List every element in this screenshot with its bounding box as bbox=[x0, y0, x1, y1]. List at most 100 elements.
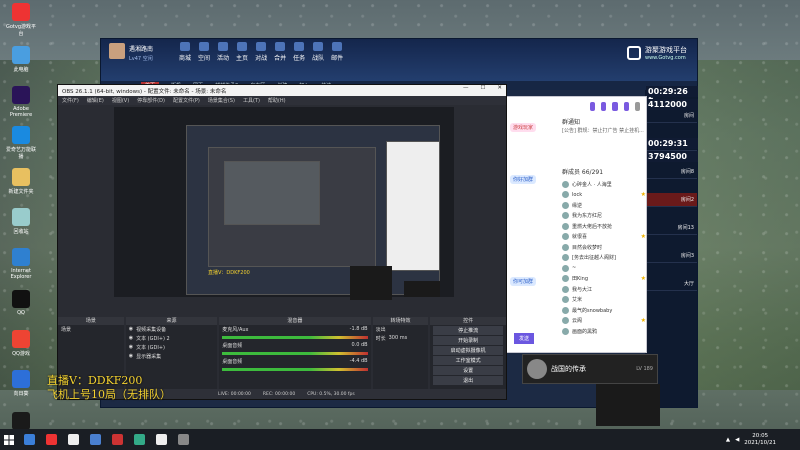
phone-icon[interactable] bbox=[590, 102, 596, 111]
scene-item[interactable]: 场景 bbox=[58, 325, 124, 334]
camera-box bbox=[350, 266, 392, 300]
taskbar-app[interactable] bbox=[128, 429, 150, 450]
desktop-icon[interactable]: Internet Explorer bbox=[4, 248, 38, 280]
player-avatar bbox=[527, 359, 547, 379]
transition-duration[interactable]: 时长 300 ms bbox=[373, 334, 429, 343]
menu-item[interactable]: 配置文件(P) bbox=[173, 97, 200, 104]
control-button[interactable]: 工作室模式 bbox=[433, 356, 503, 365]
source-item[interactable]: ◉ 显示器采集 bbox=[126, 352, 218, 361]
mixer-track-label: 桌面音频 0.0 dB bbox=[219, 341, 370, 350]
menu-item[interactable]: 视图(V) bbox=[112, 97, 129, 104]
more-icon[interactable] bbox=[634, 102, 641, 111]
desktop-icon[interactable]: 爱奇艺万能联播 bbox=[4, 126, 38, 160]
menu-item[interactable]: 文件(F) bbox=[62, 97, 79, 104]
room-row[interactable]: 房间8 bbox=[645, 165, 697, 179]
eye-icon[interactable]: ◉ bbox=[129, 353, 133, 360]
taskbar-app[interactable] bbox=[106, 429, 128, 450]
nav-item[interactable]: 任务 bbox=[293, 42, 305, 62]
volume-meter[interactable] bbox=[222, 352, 368, 355]
app-icon bbox=[12, 248, 30, 266]
minimize-icon[interactable]: — bbox=[463, 85, 469, 91]
start-button[interactable] bbox=[0, 429, 18, 450]
share-icon[interactable] bbox=[612, 102, 618, 111]
maximize-icon[interactable]: ☐ bbox=[480, 85, 485, 91]
member-item[interactable]: [务去出征越人阁财] bbox=[562, 253, 646, 264]
member-item[interactable]: 画面的黑鸦 bbox=[562, 326, 646, 337]
taskbar-app[interactable] bbox=[40, 429, 62, 450]
close-icon[interactable]: ✕ bbox=[497, 85, 502, 91]
member-item[interactable]: 最气的snowbaby bbox=[562, 305, 646, 316]
member-item[interactable]: 重燃大佬后不放抢 bbox=[562, 221, 646, 232]
obs-preview[interactable]: 直播V：DDKF200 bbox=[114, 107, 454, 297]
desktop-icon[interactable]: QQ bbox=[4, 290, 38, 316]
taskbar-app[interactable] bbox=[84, 429, 106, 450]
desktop-icon[interactable]: 新建文件夹 bbox=[4, 168, 38, 195]
member-item[interactable]: 就很喜 ★ bbox=[562, 232, 646, 243]
clock[interactable]: 20:05 2021/10/21 bbox=[744, 433, 776, 447]
member-item[interactable]: 缘逆 bbox=[562, 200, 646, 211]
source-item[interactable]: ◉ 视频采集设备 bbox=[126, 325, 218, 334]
room-row[interactable]: 大厅 bbox=[645, 277, 697, 291]
nav-item[interactable]: 商城 bbox=[179, 42, 191, 62]
source-item[interactable]: ◉ 文本 (GDI+) 2 bbox=[126, 334, 218, 343]
control-button[interactable]: 开始录制 bbox=[433, 336, 503, 345]
menu-item[interactable]: 编辑(E) bbox=[87, 97, 104, 104]
desktop-icon[interactable]: QQ游戏 bbox=[4, 330, 38, 357]
desktop-icon[interactable]: 回收站 bbox=[4, 208, 38, 235]
desktop-icon[interactable]: Gotvg游戏平台 bbox=[4, 3, 38, 37]
player-card[interactable]: 战国的传承 LV 189 bbox=[522, 354, 658, 384]
control-button[interactable]: 启动虚拟摄像机 bbox=[433, 346, 503, 355]
member-item[interactable]: ~ bbox=[562, 263, 646, 274]
desktop-icon[interactable]: Adobe Premiere bbox=[4, 86, 38, 118]
nav-item[interactable]: 合并 bbox=[274, 42, 286, 62]
menu-item[interactable]: 工具(T) bbox=[243, 97, 260, 104]
send-button[interactable]: 发送 bbox=[514, 333, 535, 344]
nav-item[interactable]: 空间 bbox=[198, 42, 210, 62]
menu-item[interactable]: 帮助(H) bbox=[268, 97, 286, 104]
taskbar-app[interactable] bbox=[172, 429, 194, 450]
avatar[interactable] bbox=[109, 43, 125, 59]
member-avatar bbox=[562, 180, 569, 188]
app-icon bbox=[67, 434, 79, 445]
add-icon[interactable] bbox=[623, 102, 629, 111]
member-item[interactable]: 心碎金人 · 人海里 bbox=[562, 179, 646, 190]
taskbar-app[interactable] bbox=[62, 429, 84, 450]
member-item[interactable]: 我与大江 bbox=[562, 284, 646, 295]
member-name: 就很喜 bbox=[572, 234, 588, 241]
menu-item[interactable]: 停靠部件(D) bbox=[137, 97, 165, 104]
taskbar-app[interactable] bbox=[18, 429, 40, 450]
video-icon[interactable] bbox=[601, 102, 607, 111]
control-button[interactable]: 退出 bbox=[433, 376, 503, 385]
eye-icon[interactable]: ◉ bbox=[129, 344, 133, 351]
transition-select[interactable]: 淡出 bbox=[373, 325, 429, 334]
member-item[interactable]: lock ★ bbox=[562, 190, 646, 201]
nav-item[interactable]: 邮件 bbox=[331, 42, 343, 62]
member-item[interactable]: 艾米 bbox=[562, 295, 646, 306]
room-row[interactable]: 房间13 bbox=[645, 221, 697, 235]
nav-item[interactable]: 主页 bbox=[236, 42, 248, 62]
eye-icon[interactable]: ◉ bbox=[129, 335, 133, 342]
volume-meter[interactable] bbox=[222, 336, 368, 339]
member-item[interactable]: 我为东方红尼 bbox=[562, 211, 646, 222]
room-row[interactable]: 房间2 bbox=[645, 193, 697, 207]
source-item[interactable]: ◉ 文本 (GDI+) bbox=[126, 343, 218, 352]
volume-meter[interactable] bbox=[222, 368, 368, 371]
control-button[interactable]: 设置 bbox=[433, 366, 503, 375]
source-label: 文本 (GDI+) 2 bbox=[136, 336, 170, 342]
menu-item[interactable]: 场景集合(S) bbox=[208, 97, 235, 104]
member-item[interactable]: 云阁 ★ bbox=[562, 316, 646, 327]
control-button[interactable]: 停止推流 bbox=[433, 326, 503, 335]
member-item[interactable]: 目然会收梦时 bbox=[562, 242, 646, 253]
desktop-icon[interactable]: 向日葵 bbox=[4, 370, 38, 397]
member-item[interactable]: 田King ★ bbox=[562, 274, 646, 285]
volume-icon[interactable]: ◀ bbox=[735, 437, 739, 443]
taskbar-app[interactable] bbox=[150, 429, 172, 450]
room-row[interactable]: 房间3 bbox=[645, 249, 697, 263]
nav-item[interactable]: 活动 bbox=[217, 42, 229, 62]
nav-item[interactable]: 对战 bbox=[255, 42, 267, 62]
nav-item[interactable]: 战队 bbox=[312, 42, 324, 62]
network-icon[interactable]: ▲ bbox=[726, 437, 730, 443]
eye-icon[interactable]: ◉ bbox=[129, 326, 133, 333]
app-icon bbox=[12, 86, 30, 104]
desktop-icon[interactable]: 此电脑 bbox=[4, 46, 38, 73]
